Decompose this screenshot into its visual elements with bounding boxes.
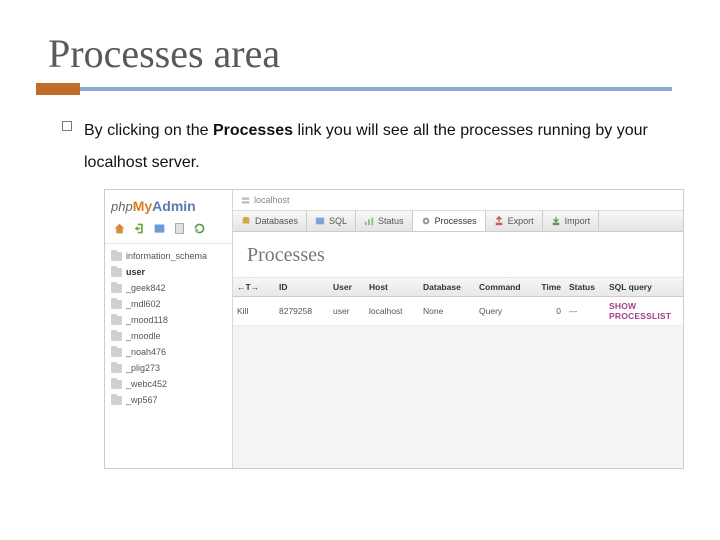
docs-icon[interactable] (173, 222, 186, 235)
database-icon (111, 284, 122, 293)
database-icon (111, 364, 122, 373)
tab-bar: Databases SQL Status Processes Export Im… (233, 211, 683, 232)
bullet-icon (62, 121, 72, 131)
body-paragraph: By clicking on the Processes link you wi… (84, 115, 672, 179)
sidebar: phpMyAdmin information_schema user _geek… (105, 190, 233, 468)
home-icon[interactable] (113, 222, 126, 235)
import-icon (551, 216, 561, 226)
sidebar-item-db[interactable]: _noah476 (105, 344, 232, 360)
database-icon (111, 268, 122, 277)
breadcrumb: localhost (233, 190, 683, 211)
sidebar-item-db[interactable]: _geek842 (105, 280, 232, 296)
cell-cmd: Query (475, 302, 531, 320)
sidebar-item-db[interactable]: _mdl602 (105, 296, 232, 312)
cell-user: user (329, 302, 365, 320)
sidebar-item-db[interactable]: _moodle (105, 328, 232, 344)
reload-icon[interactable] (193, 222, 206, 235)
cell-time: 0 (531, 302, 565, 320)
sidebar-item-db[interactable]: _webc452 (105, 376, 232, 392)
kill-link[interactable]: Kill (237, 306, 248, 316)
main-panel: localhost Databases SQL Status Processes… (233, 190, 683, 468)
table-header: ←T→ ID User Host Database Command Time S… (233, 278, 683, 297)
cell-sql: SHOW PROCESSLIST (609, 301, 671, 321)
logout-icon[interactable] (133, 222, 146, 235)
database-icon (111, 300, 122, 309)
tab-databases[interactable]: Databases (233, 211, 307, 231)
database-icon (241, 216, 251, 226)
database-icon (111, 316, 122, 325)
process-table: ←T→ ID User Host Database Command Time S… (233, 278, 683, 326)
cell-status: --- (565, 302, 605, 320)
sidebar-item-db[interactable]: _plig273 (105, 360, 232, 376)
database-icon (111, 252, 122, 261)
tab-status[interactable]: Status (356, 211, 413, 231)
phpmyadmin-logo: phpMyAdmin (105, 190, 232, 218)
sidebar-item-db[interactable]: information_schema (105, 248, 232, 264)
cell-db: None (419, 302, 475, 320)
database-list: information_schema user _geek842 _mdl602… (105, 244, 232, 412)
export-icon (494, 216, 504, 226)
sidebar-item-db[interactable]: user (105, 264, 232, 280)
gear-icon (421, 216, 431, 226)
tab-processes[interactable]: Processes (413, 211, 486, 231)
sql-icon (315, 216, 325, 226)
page-heading: Processes (233, 232, 683, 278)
database-icon (111, 396, 122, 405)
sidebar-item-db[interactable]: _mood118 (105, 312, 232, 328)
sidebar-item-db[interactable]: _wp567 (105, 392, 232, 408)
database-icon (111, 348, 122, 357)
table-row: Kill 8279258 user localhost None Query 0… (233, 297, 683, 326)
sidebar-toolbar (105, 218, 232, 244)
slide-title: Processes area (48, 30, 672, 77)
database-icon (111, 332, 122, 341)
status-icon (364, 216, 374, 226)
phpmyadmin-screenshot: phpMyAdmin information_schema user _geek… (104, 189, 684, 469)
tab-export[interactable]: Export (486, 211, 543, 231)
tab-import[interactable]: Import (543, 211, 600, 231)
title-rule (48, 83, 672, 97)
server-icon (241, 196, 250, 205)
sql-icon[interactable] (153, 222, 166, 235)
cell-id: 8279258 (275, 302, 329, 320)
tab-sql[interactable]: SQL (307, 211, 356, 231)
cell-host: localhost (365, 302, 419, 320)
database-icon (111, 380, 122, 389)
